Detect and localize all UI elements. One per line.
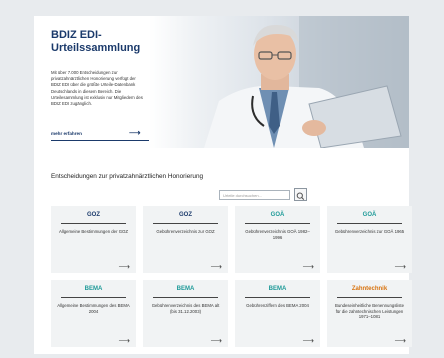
card-divider	[245, 297, 310, 298]
search-icon	[296, 192, 305, 200]
card-goz-gebuehrenverzeichnis[interactable]: GOZ Gebührenverzeichnis zur GOZ ⟶	[143, 206, 228, 273]
card-subtitle: Gebührenverzeichnis des BEMA alt (bis 31…	[151, 303, 220, 314]
card-title: GOZ	[179, 212, 192, 218]
card-title: GOÄ	[362, 212, 377, 218]
arrow-right-icon: ⟶	[394, 262, 406, 271]
card-divider	[245, 223, 310, 224]
section-heading: Entscheidungen zur privatzahnärztlichen …	[51, 173, 204, 180]
doctor-illustration	[204, 16, 409, 148]
card-divider	[61, 223, 126, 224]
arrow-right-icon: ⟶	[118, 262, 130, 271]
card-title: GOZ	[87, 212, 100, 218]
card-subtitle: Gebührenverzeichnis zur GOZ	[156, 229, 215, 234]
mehr-erfahren-link[interactable]: mehr erfahren ⟶	[51, 128, 149, 141]
card-bema-alt[interactable]: BEMA Gebührenverzeichnis des BEMA alt (b…	[143, 280, 228, 347]
card-divider	[61, 297, 126, 298]
card-bema-allgemeine-bestimmungen[interactable]: BEMA Allgemeine Bestimmungen des BEMA 20…	[51, 280, 136, 347]
card-subtitle: Gebührenziffern des BEMA 2004	[246, 303, 309, 308]
card-goz-allgemeine-bestimmungen[interactable]: GOZ Allgemeine Bestimmungen der GOZ ⟶	[51, 206, 136, 273]
card-divider	[337, 223, 402, 224]
hero-title-line2: Urteilssammlung	[51, 42, 141, 54]
card-divider	[153, 223, 218, 224]
card-subtitle: Gebührenverzeichnis GOÄ 1982–1996	[245, 229, 310, 240]
link-underline	[51, 140, 149, 141]
card-bema-gebuehrenziffern[interactable]: BEMA Gebührenziffern des BEMA 2004 ⟶	[235, 280, 320, 347]
hero-description: Mit über 7.000 Entscheidungen zur privat…	[51, 70, 143, 107]
search-button[interactable]	[294, 188, 307, 201]
search-input[interactable]	[219, 190, 290, 200]
doctor-photo	[149, 16, 409, 148]
hero-title: BDIZ EDI- Urteilssammlung	[51, 29, 151, 55]
card-title: Zahntechnik	[351, 286, 388, 292]
arrow-right-icon: ⟶	[210, 262, 222, 271]
card-subtitle: Allgemeine Bestimmungen des BEMA 2004	[57, 303, 130, 314]
card-subtitle: Allgemeine Bestimmungen der GOZ	[58, 229, 129, 234]
card-zahntechnik[interactable]: Zahntechnik Bundeseinheitliche Benennung…	[327, 280, 412, 347]
card-goae-1982-1996[interactable]: GOÄ Gebührenverzeichnis GOÄ 1982–1996 ⟶	[235, 206, 320, 273]
mehr-erfahren-label: mehr erfahren	[51, 131, 82, 136]
arrow-right-icon: ⟶	[302, 336, 314, 345]
card-goae-1965[interactable]: GOÄ Gebührenverzeichnis zur GOÄ 1965 ⟶	[327, 206, 412, 273]
arrow-right-icon: ⟶	[129, 128, 141, 137]
hero-banner: BDIZ EDI- Urteilssammlung Mit über 7.000…	[34, 16, 409, 154]
card-title: BEMA	[268, 286, 287, 292]
arrow-right-icon: ⟶	[394, 336, 406, 345]
card-divider	[153, 297, 218, 298]
card-title: BEMA	[84, 286, 103, 292]
page-container: BDIZ EDI- Urteilssammlung Mit über 7.000…	[34, 16, 412, 354]
card-title: GOÄ	[270, 212, 285, 218]
hero-title-line1: BDIZ EDI-	[51, 29, 102, 41]
arrow-right-icon: ⟶	[302, 262, 314, 271]
card-divider	[337, 297, 402, 298]
card-subtitle: Bundeseinheitliche Benennungsliste für d…	[334, 303, 405, 320]
card-subtitle: Gebührenverzeichnis zur GOÄ 1965	[334, 229, 405, 234]
arrow-right-icon: ⟶	[118, 336, 130, 345]
arrow-right-icon: ⟶	[210, 336, 222, 345]
card-title: BEMA	[176, 286, 195, 292]
